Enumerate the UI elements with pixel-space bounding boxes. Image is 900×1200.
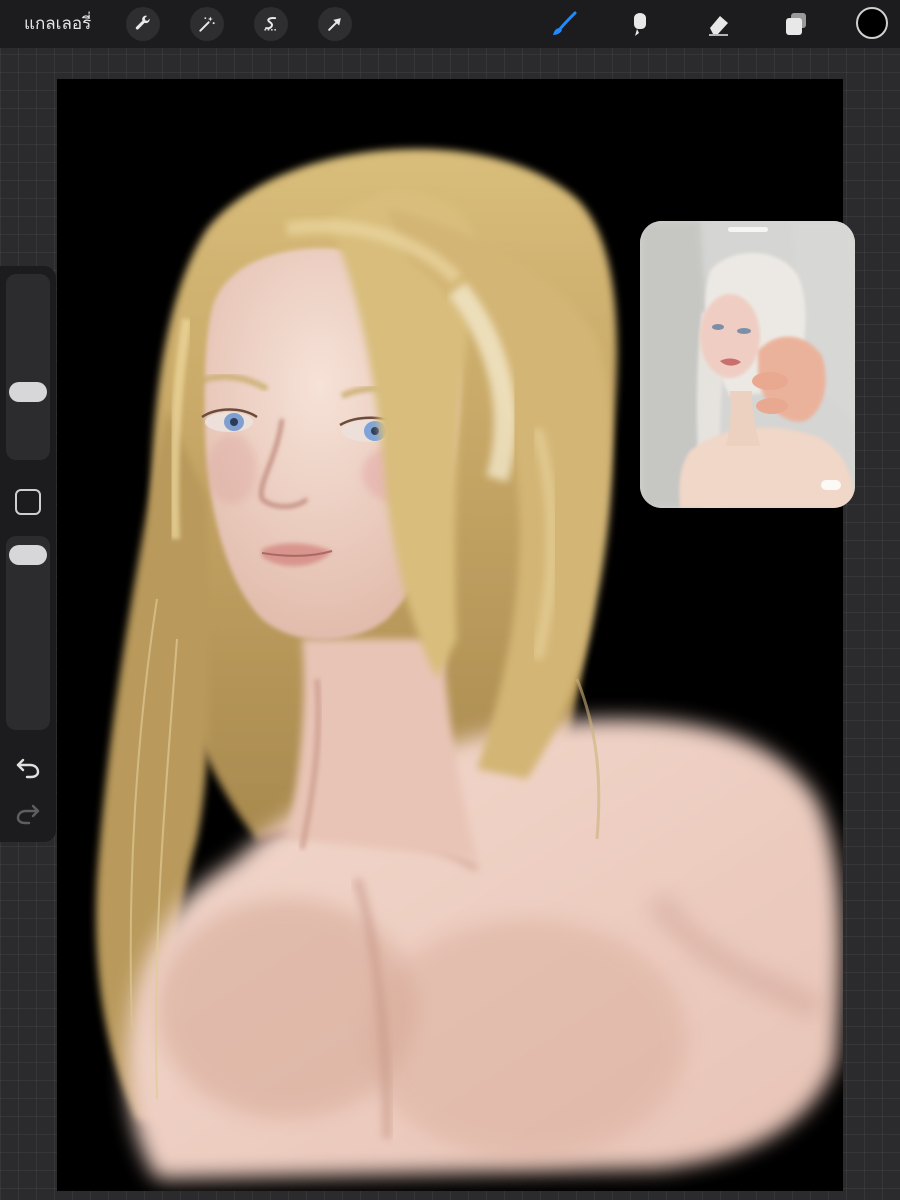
adjustments-button[interactable] bbox=[190, 7, 224, 41]
undo-icon bbox=[16, 758, 40, 779]
magic-wand-icon bbox=[199, 16, 215, 32]
smudge-tool[interactable] bbox=[624, 8, 656, 40]
smudge-icon bbox=[634, 13, 646, 36]
opacity-slider[interactable] bbox=[6, 536, 50, 730]
selection-button[interactable] bbox=[254, 7, 288, 41]
brush-size-slider[interactable] bbox=[6, 274, 50, 460]
brush-sidebar bbox=[0, 266, 56, 842]
brush-tool[interactable] bbox=[548, 8, 580, 40]
reference-photo bbox=[640, 221, 855, 508]
reference-window[interactable] bbox=[640, 221, 855, 508]
gallery-button[interactable]: แกลเลอรี่ bbox=[24, 12, 91, 36]
eyedropper-button[interactable] bbox=[15, 489, 41, 515]
reference-watermark-badge bbox=[821, 480, 841, 490]
eraser-tool[interactable] bbox=[702, 8, 734, 40]
arrow-icon bbox=[328, 18, 341, 31]
redo-icon bbox=[16, 804, 40, 825]
actions-button[interactable] bbox=[126, 7, 160, 41]
layers-icon bbox=[786, 13, 806, 35]
undo-button[interactable] bbox=[14, 754, 42, 782]
opacity-slider-thumb[interactable] bbox=[9, 544, 47, 565]
eraser-icon bbox=[709, 16, 728, 36]
layers-tool[interactable] bbox=[780, 8, 812, 40]
brush-size-slider-thumb[interactable] bbox=[9, 381, 47, 402]
redo-button[interactable] bbox=[14, 800, 42, 828]
wrench-icon bbox=[135, 15, 150, 30]
reference-drag-handle[interactable] bbox=[728, 227, 768, 232]
transform-button[interactable] bbox=[318, 7, 352, 41]
color-picker-swatch[interactable] bbox=[856, 7, 888, 39]
procreate-app: แกลเลอรี่ bbox=[0, 0, 900, 1200]
selection-s-icon bbox=[264, 17, 278, 31]
brush-icon bbox=[553, 11, 577, 35]
top-toolbar: แกลเลอรี่ bbox=[0, 0, 900, 48]
